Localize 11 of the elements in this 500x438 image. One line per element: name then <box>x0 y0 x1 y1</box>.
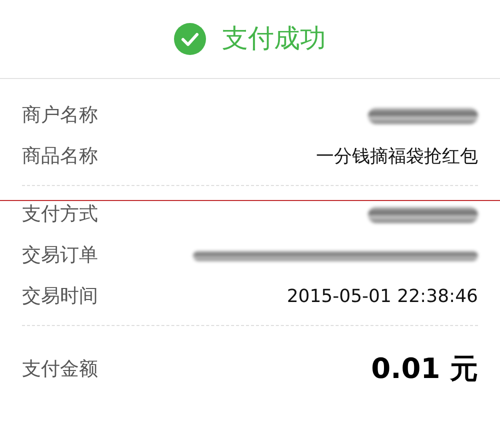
page-title: 支付成功 <box>222 22 326 56</box>
amount-label: 支付金额 <box>22 356 98 382</box>
field-label: 支付方式 <box>22 202 98 228</box>
field-value: 一分钱摘福袋抢红包 <box>316 145 478 169</box>
field-label: 商户名称 <box>22 103 98 128</box>
field-value: 2015-05-01 22:38:46 <box>286 285 478 309</box>
field-label: 交易订单 <box>22 243 98 268</box>
success-check-icon <box>174 23 206 55</box>
field-label: 交易时间 <box>22 284 98 310</box>
field-label: 商品名称 <box>22 144 98 170</box>
amount-value: 0.01 元 <box>371 351 478 387</box>
